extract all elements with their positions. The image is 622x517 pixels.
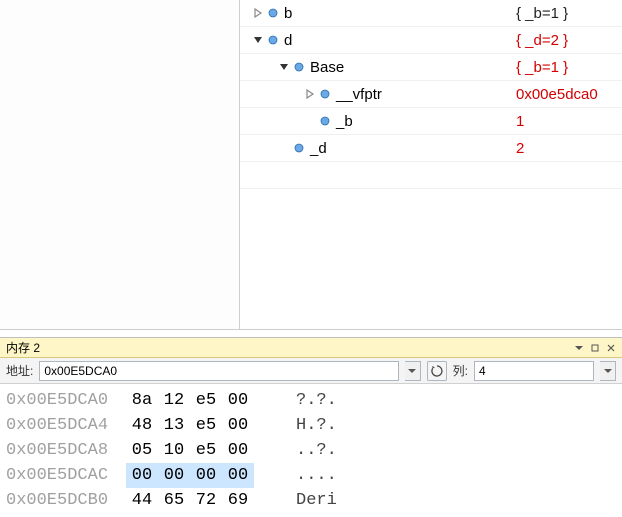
tree-node-name: __vfptr <box>336 86 382 103</box>
panel-close-icon[interactable] <box>606 343 616 353</box>
tree-row[interactable]: Base { _b=1 } <box>240 54 622 81</box>
expander-placeholder <box>304 115 316 127</box>
watch-tree: b { _b=1 } d { _d=2 } Base { _b=1 } __vfptr 0x0… <box>240 0 622 329</box>
memory-row[interactable]: 0x00E5DCA08a12e500?.?. <box>6 388 616 413</box>
memory-byte[interactable]: 8a <box>126 388 158 413</box>
chevron-down-icon[interactable] <box>278 61 290 73</box>
memory-ascii: .... <box>286 463 337 488</box>
chevron-right-icon[interactable] <box>304 88 316 100</box>
tree-row[interactable]: __vfptr 0x00e5dca0 <box>240 81 622 108</box>
memory-bytes: 0510e500 <box>126 438 286 463</box>
memory-hex-view[interactable]: 0x00E5DCA08a12e500?.?.0x00E5DCA44813e500… <box>0 384 622 517</box>
memory-bytes: 8a12e500 <box>126 388 286 413</box>
tree-node-name: _d <box>310 140 327 157</box>
memory-row[interactable]: 0x00E5DCA44813e500H.?. <box>6 413 616 438</box>
memory-panel-title: 内存 2 <box>6 339 40 356</box>
tree-row[interactable]: b { _b=1 } <box>240 0 622 27</box>
tree-row[interactable]: _d 2 <box>240 135 622 162</box>
panel-dropdown-icon[interactable] <box>574 343 584 353</box>
memory-ascii: ?.?. <box>286 388 337 413</box>
memory-address: 0x00E5DCA0 <box>6 388 126 413</box>
memory-byte[interactable]: e5 <box>190 438 222 463</box>
memory-byte[interactable]: 00 <box>222 388 254 413</box>
memory-row[interactable]: 0x00E5DCA80510e500..?. <box>6 438 616 463</box>
refresh-button[interactable] <box>427 361 447 381</box>
expander-placeholder <box>278 142 290 154</box>
tree-node-value: { _b=1 } <box>510 5 622 22</box>
memory-address: 0x00E5DCB0 <box>6 488 126 513</box>
memory-address: 0x00E5DCA4 <box>6 413 126 438</box>
memory-row[interactable]: 0x00E5DCB044657269Deri <box>6 488 616 513</box>
memory-byte[interactable]: e5 <box>190 413 222 438</box>
left-pane <box>0 0 240 329</box>
variable-icon <box>294 62 304 72</box>
tree-row[interactable]: _b 1 <box>240 108 622 135</box>
memory-row[interactable]: 0x00E5DCAC00000000.... <box>6 463 616 488</box>
chevron-down-icon[interactable] <box>252 34 264 46</box>
memory-byte[interactable]: 00 <box>190 463 222 488</box>
tree-node-name: Base <box>310 59 344 76</box>
memory-address: 0x00E5DCA8 <box>6 438 126 463</box>
memory-address: 0x00E5DCAC <box>6 463 126 488</box>
memory-ascii: H.?. <box>286 413 337 438</box>
top-region: b { _b=1 } d { _d=2 } Base { _b=1 } __vfptr 0x0… <box>0 0 622 330</box>
memory-byte[interactable]: 44 <box>126 488 158 513</box>
tree-node-value: { _b=1 } <box>510 59 622 76</box>
memory-byte[interactable]: 00 <box>126 463 158 488</box>
memory-byte[interactable]: 00 <box>222 438 254 463</box>
address-label: 地址: <box>6 362 33 379</box>
memory-panel-titlebar: 内存 2 <box>0 338 622 358</box>
chevron-right-icon[interactable] <box>252 7 264 19</box>
memory-byte[interactable]: 05 <box>126 438 158 463</box>
memory-toolbar: 地址: 列: <box>0 358 622 384</box>
variable-icon <box>268 8 278 18</box>
memory-byte[interactable]: 12 <box>158 388 190 413</box>
memory-byte[interactable]: 48 <box>126 413 158 438</box>
memory-byte[interactable]: 13 <box>158 413 190 438</box>
tree-node-name: d <box>284 32 292 49</box>
variable-icon <box>320 116 330 126</box>
memory-panel: 内存 2 地址: 列: 0x00E5DCA08a12e500?.?.0x00E5… <box>0 337 622 507</box>
memory-byte[interactable]: 69 <box>222 488 254 513</box>
memory-byte[interactable]: e5 <box>190 388 222 413</box>
tree-row[interactable]: d { _d=2 } <box>240 27 622 54</box>
tree-node-value: 0x00e5dca0 <box>510 86 622 103</box>
memory-byte[interactable]: 00 <box>222 463 254 488</box>
variable-icon <box>320 89 330 99</box>
tree-node-value: { _d=2 } <box>510 32 622 49</box>
tree-row-empty <box>240 162 622 189</box>
variable-icon <box>268 35 278 45</box>
variable-icon <box>294 143 304 153</box>
tree-node-value: 1 <box>510 113 622 130</box>
memory-bytes: 44657269 <box>126 488 286 513</box>
panel-pin-icon[interactable] <box>590 343 600 353</box>
address-dropdown-button[interactable] <box>405 361 421 381</box>
tree-node-value: 2 <box>510 140 622 157</box>
columns-dropdown-button[interactable] <box>600 361 616 381</box>
memory-byte[interactable]: 72 <box>190 488 222 513</box>
tree-node-name: b <box>284 5 292 22</box>
memory-ascii: Deri <box>286 488 337 513</box>
memory-ascii: ..?. <box>286 438 337 463</box>
memory-byte[interactable]: 00 <box>222 413 254 438</box>
memory-byte[interactable]: 65 <box>158 488 190 513</box>
memory-bytes: 00000000 <box>126 463 286 488</box>
memory-byte[interactable]: 00 <box>158 463 190 488</box>
columns-label: 列: <box>453 362 468 379</box>
address-input[interactable] <box>39 361 398 381</box>
tree-node-name: _b <box>336 113 353 130</box>
columns-input[interactable] <box>474 361 594 381</box>
memory-bytes: 4813e500 <box>126 413 286 438</box>
memory-byte[interactable]: 10 <box>158 438 190 463</box>
